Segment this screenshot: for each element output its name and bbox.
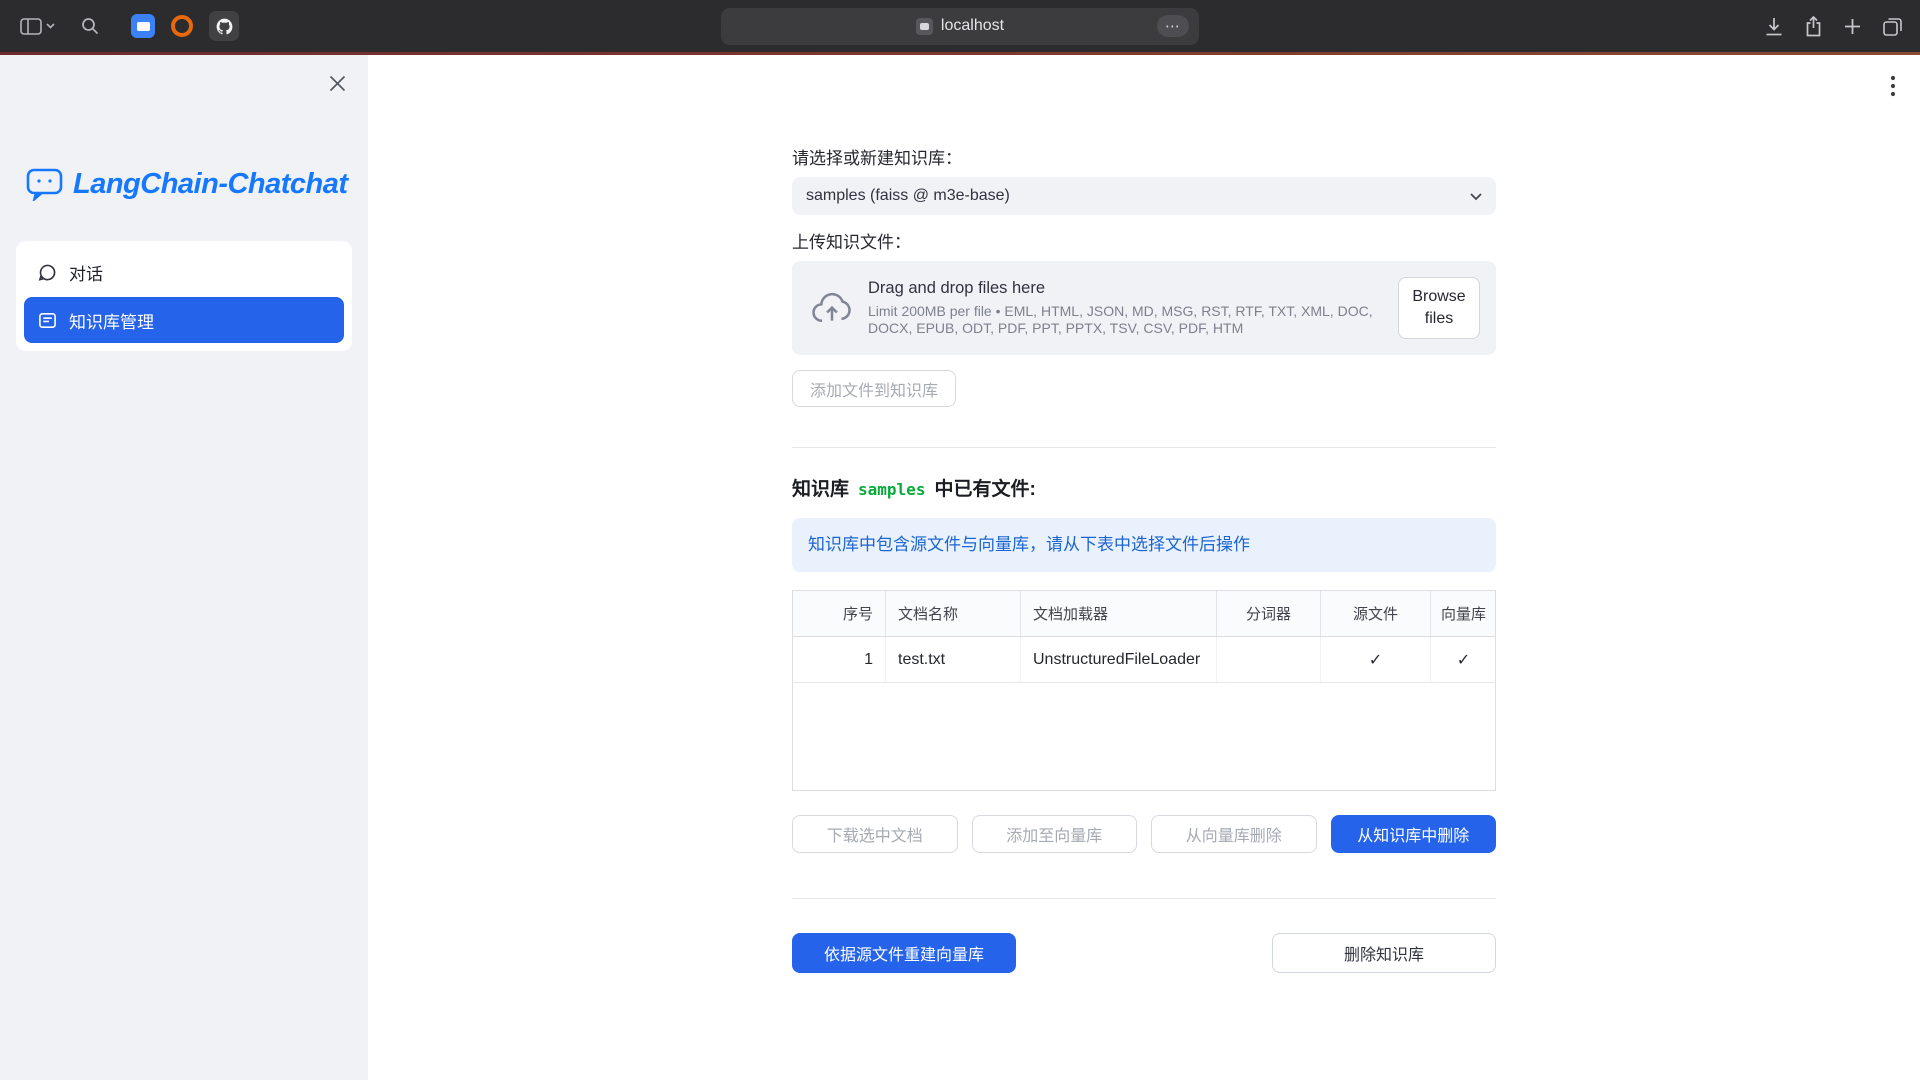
page-settings-button[interactable]: ⋯ bbox=[1157, 15, 1189, 37]
kb-selectbox[interactable]: samples (faiss @ m3e-base) bbox=[792, 177, 1496, 215]
files-table: 序号 文档名称 文档加载器 分词器 源文件 向量库 1 test.txt Uns… bbox=[792, 590, 1496, 791]
cell-vector-check[interactable]: ✓ bbox=[1430, 637, 1496, 682]
logo-chat-icon bbox=[26, 167, 63, 201]
share-button[interactable] bbox=[1805, 16, 1822, 37]
chevron-down-icon bbox=[46, 23, 55, 29]
address-bar[interactable]: localhost ⋯ bbox=[721, 8, 1199, 45]
dropzone-hint: Limit 200MB per file • EML, HTML, JSON, … bbox=[868, 303, 1384, 337]
cell-name[interactable]: test.txt bbox=[885, 637, 1020, 682]
table-header-name[interactable]: 文档名称 bbox=[885, 591, 1020, 636]
delete-kb-button[interactable]: 删除知识库 bbox=[1272, 933, 1496, 973]
file-dropzone[interactable]: Drag and drop files here Limit 200MB per… bbox=[792, 261, 1496, 355]
heading-prefix: 知识库 bbox=[792, 474, 849, 501]
actions-row: 下载选中文档 添加至向量库 从向量库删除 从知识库中删除 bbox=[792, 815, 1496, 853]
github-tab-icon[interactable] bbox=[209, 11, 239, 41]
nav-item-label: 对话 bbox=[69, 260, 103, 285]
info-box: 知识库中包含源文件与向量库，请从下表中选择文件后操作 bbox=[792, 518, 1496, 572]
sidebar: LangChain-Chatchat 对话 bbox=[0, 55, 368, 1080]
kb-select-label: 请选择或新建知识库： bbox=[792, 149, 1496, 169]
sidebar-panel-icon bbox=[20, 18, 42, 35]
upload-cloud-icon bbox=[810, 289, 854, 327]
table-header-index[interactable]: 序号 bbox=[793, 591, 885, 636]
cell-splitter[interactable] bbox=[1216, 637, 1320, 682]
nav-item-chat[interactable]: 对话 bbox=[24, 249, 344, 295]
chevron-down-icon bbox=[1468, 185, 1484, 207]
cell-source-check[interactable]: ✓ bbox=[1320, 637, 1430, 682]
sidebar-nav: 对话 知识库管理 bbox=[16, 241, 352, 351]
files-heading: 知识库 samples 中已有文件: bbox=[792, 474, 1496, 501]
bottom-actions-row: 依据源文件重建向量库 删除知识库 bbox=[792, 933, 1496, 973]
table-header-row: 序号 文档名称 文档加载器 分词器 源文件 向量库 bbox=[793, 591, 1495, 637]
search-icon bbox=[81, 17, 99, 35]
site-favicon-icon bbox=[916, 18, 933, 35]
add-to-vector-button[interactable]: 添加至向量库 bbox=[972, 815, 1138, 853]
upload-label: 上传知识文件： bbox=[792, 233, 1496, 253]
delete-from-kb-button[interactable]: 从知识库中删除 bbox=[1331, 815, 1497, 853]
close-sidebar-button[interactable] bbox=[329, 75, 346, 92]
address-url: localhost bbox=[941, 17, 1004, 35]
add-files-button[interactable]: 添加文件到知识库 bbox=[792, 370, 956, 407]
plus-icon bbox=[1844, 18, 1861, 35]
logo-text: LangChain-Chatchat bbox=[73, 168, 348, 201]
chat-bubble-icon bbox=[38, 263, 57, 282]
new-tab-button[interactable] bbox=[1844, 18, 1861, 35]
table-header-loader[interactable]: 文档加载器 bbox=[1020, 591, 1216, 636]
kebab-menu-button[interactable] bbox=[1886, 71, 1900, 101]
tab-overview-button[interactable] bbox=[1883, 17, 1902, 36]
dropzone-text: Drag and drop files here Limit 200MB per… bbox=[868, 279, 1384, 337]
downloads-button[interactable] bbox=[1765, 17, 1783, 36]
download-icon bbox=[1765, 17, 1783, 36]
kb-selectbox-value: samples (faiss @ m3e-base) bbox=[806, 187, 1010, 205]
main-area: 请选择或新建知识库： samples (faiss @ m3e-base) 上传… bbox=[368, 55, 1920, 1080]
download-selected-button[interactable]: 下载选中文档 bbox=[792, 815, 958, 853]
content-column: 请选择或新建知识库： samples (faiss @ m3e-base) 上传… bbox=[792, 55, 1496, 973]
cell-loader[interactable]: UnstructuredFileLoader bbox=[1020, 637, 1216, 682]
delete-from-vector-button[interactable]: 从向量库删除 bbox=[1151, 815, 1317, 853]
github-octocat-icon bbox=[215, 17, 234, 36]
cell-index[interactable]: 1 bbox=[793, 637, 885, 682]
heading-suffix: 中已有文件: bbox=[934, 474, 1035, 501]
nav-item-kb-management[interactable]: 知识库管理 bbox=[24, 297, 344, 343]
divider bbox=[792, 898, 1496, 899]
pinned-tab-blue-icon[interactable] bbox=[131, 14, 155, 38]
divider bbox=[792, 447, 1496, 448]
kebab-menu-icon bbox=[1890, 75, 1896, 97]
kb-name-code: samples bbox=[858, 480, 925, 499]
tabs-icon bbox=[1883, 17, 1902, 36]
app-logo: LangChain-Chatchat bbox=[26, 167, 348, 201]
search-button[interactable] bbox=[81, 17, 99, 35]
table-header-vector[interactable]: 向量库 bbox=[1430, 591, 1496, 636]
table-row[interactable]: 1 test.txt UnstructuredFileLoader ✓ ✓ bbox=[793, 637, 1495, 683]
rebuild-vector-button[interactable]: 依据源文件重建向量库 bbox=[792, 933, 1016, 973]
dropzone-title: Drag and drop files here bbox=[868, 279, 1384, 298]
close-icon bbox=[329, 75, 346, 92]
sidebar-toggle-button[interactable] bbox=[20, 18, 55, 35]
kb-management-icon bbox=[38, 311, 57, 330]
table-empty-area bbox=[793, 683, 1495, 790]
browser-chrome: localhost ⋯ bbox=[0, 0, 1920, 52]
table-header-splitter[interactable]: 分词器 bbox=[1216, 591, 1320, 636]
nav-item-label: 知识库管理 bbox=[69, 308, 154, 333]
share-icon bbox=[1805, 16, 1822, 37]
browse-files-button[interactable]: Browse files bbox=[1398, 277, 1480, 338]
table-header-source[interactable]: 源文件 bbox=[1320, 591, 1430, 636]
pinned-tab-orange-icon[interactable] bbox=[171, 15, 193, 37]
